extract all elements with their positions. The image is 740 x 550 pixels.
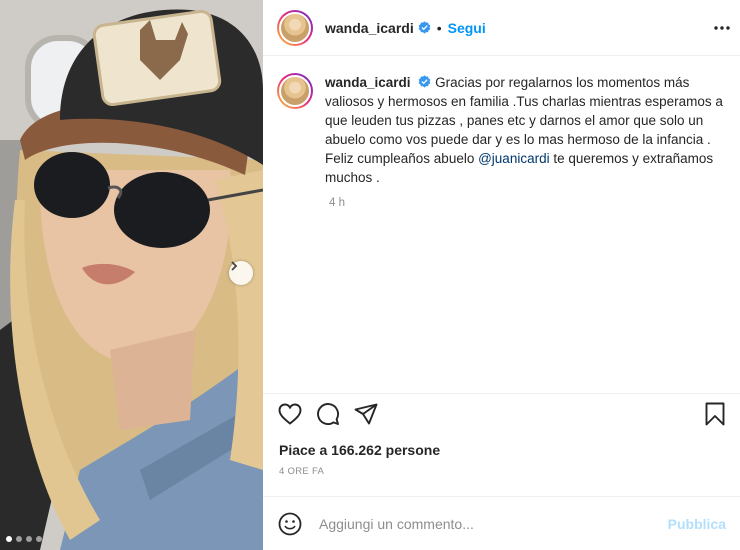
comment-button[interactable] (315, 401, 341, 427)
post-header: wanda_icardi • Segui (263, 0, 740, 56)
emoji-icon (278, 512, 302, 535)
more-dots-icon (714, 26, 730, 30)
comment-input[interactable] (319, 515, 668, 532)
caption-text: wanda_icardi Gracias por regalarnos los … (325, 73, 726, 187)
share-button[interactable] (353, 401, 379, 427)
carousel-dot (6, 536, 12, 542)
comments-area: wanda_icardi Gracias por regalarnos los … (263, 57, 740, 392)
next-photo-button[interactable] (229, 261, 253, 285)
action-bar (263, 393, 740, 433)
more-options-button[interactable] (712, 18, 732, 38)
post-panel: wanda_icardi • Segui wanda_icardi Gracia… (263, 0, 740, 550)
chevron-right-icon (231, 261, 238, 271)
emoji-button[interactable] (277, 511, 303, 537)
comment-icon (317, 402, 339, 425)
avatar-image (279, 11, 311, 44)
post-photo[interactable] (0, 0, 263, 550)
like-button[interactable] (277, 401, 303, 427)
verified-badge-icon (418, 21, 431, 34)
save-button[interactable] (702, 401, 728, 427)
likes-count[interactable]: Piace a 166.262 persone (279, 442, 440, 458)
paper-plane-icon (354, 403, 378, 424)
post-timestamp[interactable]: 4 ORE FA (279, 466, 324, 477)
caption: wanda_icardi Gracias por regalarnos los … (277, 73, 726, 187)
caption-time: 4 h (329, 197, 345, 209)
header-separator: • (436, 19, 442, 36)
carousel-indicator (6, 536, 42, 542)
carousel-dot (16, 536, 22, 542)
header-username[interactable]: wanda_icardi (325, 20, 414, 36)
avatar[interactable] (277, 9, 313, 46)
caption-avatar[interactable] (277, 73, 313, 109)
carousel-dot (26, 536, 32, 542)
caption-mention-link[interactable]: @juanicardi (478, 151, 550, 166)
avatar-image (279, 75, 311, 107)
bookmark-icon (705, 402, 725, 425)
caption-username[interactable]: wanda_icardi (325, 75, 411, 90)
heart-icon (278, 403, 302, 425)
add-comment-bar: Pubblica (263, 496, 740, 550)
verified-badge-icon (418, 75, 431, 88)
publish-button[interactable]: Pubblica (668, 516, 726, 532)
follow-button[interactable]: Segui (448, 20, 486, 36)
photo-illustration (0, 0, 263, 550)
carousel-dot (36, 536, 42, 542)
